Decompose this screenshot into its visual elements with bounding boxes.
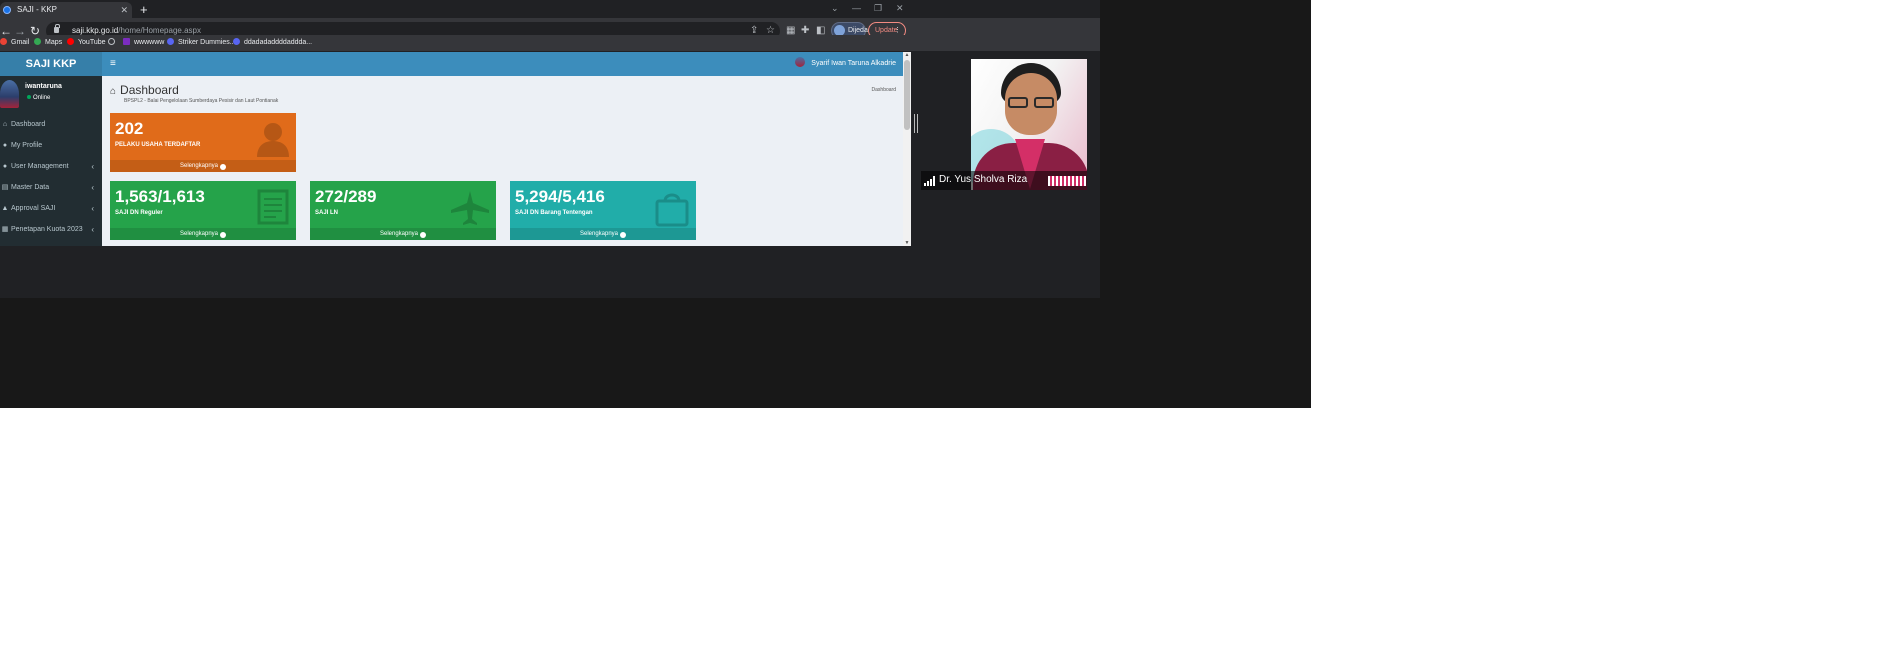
top-navbar: ≡ Syarif Iwan Taruna Alkadrie [102,52,903,76]
sidebar-item-approval-saji[interactable]: ▲ Approval SAJI ‹ [0,198,102,219]
stat-value: 202 [115,119,144,138]
background-pattern [1048,176,1086,186]
bookmark-youtube[interactable]: YouTube [67,35,106,51]
sidebar-item-penetapan-kuota[interactable]: ▦ Penetapan Kuota 2023 ‹ [0,219,102,240]
scrollbar-thumb[interactable] [904,60,910,130]
page-viewport: SAJI KKP iwantaruna Online ⌂ Dashboard ●… [0,52,911,246]
bookmark-maps[interactable]: Maps [34,35,62,51]
stat-label: PELAKU USAHA TERDAFTAR [115,142,201,148]
sidebar-item-dashboard[interactable]: ⌂ Dashboard [0,114,102,135]
discord-icon [233,38,240,45]
user-icon: ● [2,142,8,149]
site-favicon-icon [3,6,11,14]
page-title: ⌂ Dashboard [110,83,179,97]
stat-label: SAJI DN Reguler [115,210,163,216]
stat-card-saji-dn-reguler: 1,563/1,613 SAJI DN Reguler Selengkapnya… [110,181,296,240]
table-icon: ▤ [1,184,9,191]
bookmark-site-icon [123,38,130,45]
bookmark-striker-dummies[interactable]: Striker Dummies... [167,35,236,51]
arrow-circle-right-icon: › [220,164,227,170]
page-subtitle: BPSPL2 - Balai Pengelolaan Sumberdaya Pe… [124,98,279,104]
lock-icon [54,24,60,33]
arrow-circle-right-icon: › [620,232,627,238]
user-account-menu[interactable]: Syarif Iwan Taruna Alkadrie [795,52,896,76]
arrow-circle-right-icon: › [420,232,427,238]
user-avatar-small [795,57,806,67]
chevron-left-icon: ‹ [91,162,94,171]
panel-resize-handle[interactable] [914,114,918,133]
more-info-link[interactable]: Selengkapnya › [110,228,296,240]
more-info-link[interactable]: Selengkapnya › [310,228,496,240]
airplane-icon [451,191,489,225]
calendar-icon: ▦ [1,226,9,233]
sidebar-item-my-profile[interactable]: ● My Profile [0,135,102,156]
browser-tab[interactable]: SAJI - KKP ✕ [0,2,132,18]
bookmark-ddadada[interactable]: ddadadaddddaddda... [233,35,312,51]
sidebar-item-user-management[interactable]: ● User Management ‹ [0,156,102,177]
gmail-icon [0,38,7,45]
chevron-left-icon: ‹ [91,225,94,234]
user-avatar [0,80,19,108]
lock-icon: ▲ [1,205,9,212]
arrow-circle-right-icon: › [220,232,227,238]
tab-search-icon[interactable]: ⌄ [831,2,839,14]
bookmark-globe[interactable] [108,35,119,51]
maps-pin-icon [34,38,41,45]
app-logo[interactable]: SAJI KKP [0,52,102,76]
home-icon: ⌂ [110,86,117,97]
shopping-bag-icon [655,193,689,227]
document-icon [257,189,289,225]
stat-value: 272/289 [315,187,377,206]
sidebar-item-master-data[interactable]: ▤ Master Data ‹ [0,177,102,198]
users-icon: ● [2,163,8,170]
breadcrumb[interactable]: Dashboard [872,87,896,93]
scroll-up-arrow-icon[interactable]: ▲ [903,52,911,58]
page-scrollbar[interactable]: ▲ ▼ [903,52,911,246]
scroll-down-arrow-icon[interactable]: ▼ [903,240,911,246]
signal-strength-icon [924,176,936,186]
chevron-left-icon: ‹ [91,204,94,213]
participant-video-tile[interactable]: Dr. Yus Sholva Riza [921,59,1087,190]
close-window-button[interactable]: ✕ [896,2,904,14]
tab-title: SAJI - KKP [17,5,58,14]
tab-strip: SAJI - KKP ✕ + ⌄ — ❐ ✕ [0,0,1100,18]
home-icon: ⌂ [2,121,8,128]
discord-icon [167,38,174,45]
stat-card-saji-dn-barang-tentengan: 5,294/5,416 SAJI DN Barang Tentengan Sel… [510,181,696,240]
stat-label: SAJI LN [315,210,339,216]
sidebar: SAJI KKP iwantaruna Online ⌂ Dashboard ●… [0,52,102,246]
participant-nameplate: Dr. Yus Sholva Riza [921,171,1087,190]
online-status: Online [27,95,50,101]
sidebar-username: iwantaruna [25,83,62,90]
bookmarks-bar: Gmail Maps YouTube wwwwww Striker Dummie… [0,35,1100,51]
stat-label: SAJI DN Barang Tentengan [515,210,593,216]
restore-window-button[interactable]: ❐ [874,2,882,14]
stat-value: 5,294/5,416 [515,187,605,206]
stat-card-saji-ln: 272/289 SAJI LN Selengkapnya › [310,181,496,240]
person-icon [257,123,289,157]
chevron-left-icon: ‹ [91,183,94,192]
globe-icon [108,38,115,45]
more-info-link[interactable]: Selengkapnya › [110,160,296,172]
hamburger-menu-icon[interactable]: ≡ [110,52,116,76]
bookmark-gmail[interactable]: Gmail [0,35,29,51]
new-tab-button[interactable]: + [140,2,148,18]
youtube-icon [67,38,74,45]
main-content: ⌂ Dashboard BPSPL2 - Balai Pengelolaan Su… [102,76,903,246]
close-tab-icon[interactable]: ✕ [120,2,128,18]
more-info-link[interactable]: Selengkapnya › [510,228,696,240]
desktop-screen: SAJI - KKP ✕ + ⌄ — ❐ ✕ ← → ↻ saji.kkp.go… [0,0,1311,408]
stat-value: 1,563/1,613 [115,187,205,206]
participant-name: Dr. Yus Sholva Riza [939,174,1028,185]
bookmark-wwwwww[interactable]: wwwwww [123,35,164,51]
minimize-window-button[interactable]: — [852,2,861,14]
online-dot-icon [27,95,31,99]
stat-card-pelaku-usaha: 202 PELAKU USAHA TERDAFTAR Selengkapnya › [110,113,296,172]
